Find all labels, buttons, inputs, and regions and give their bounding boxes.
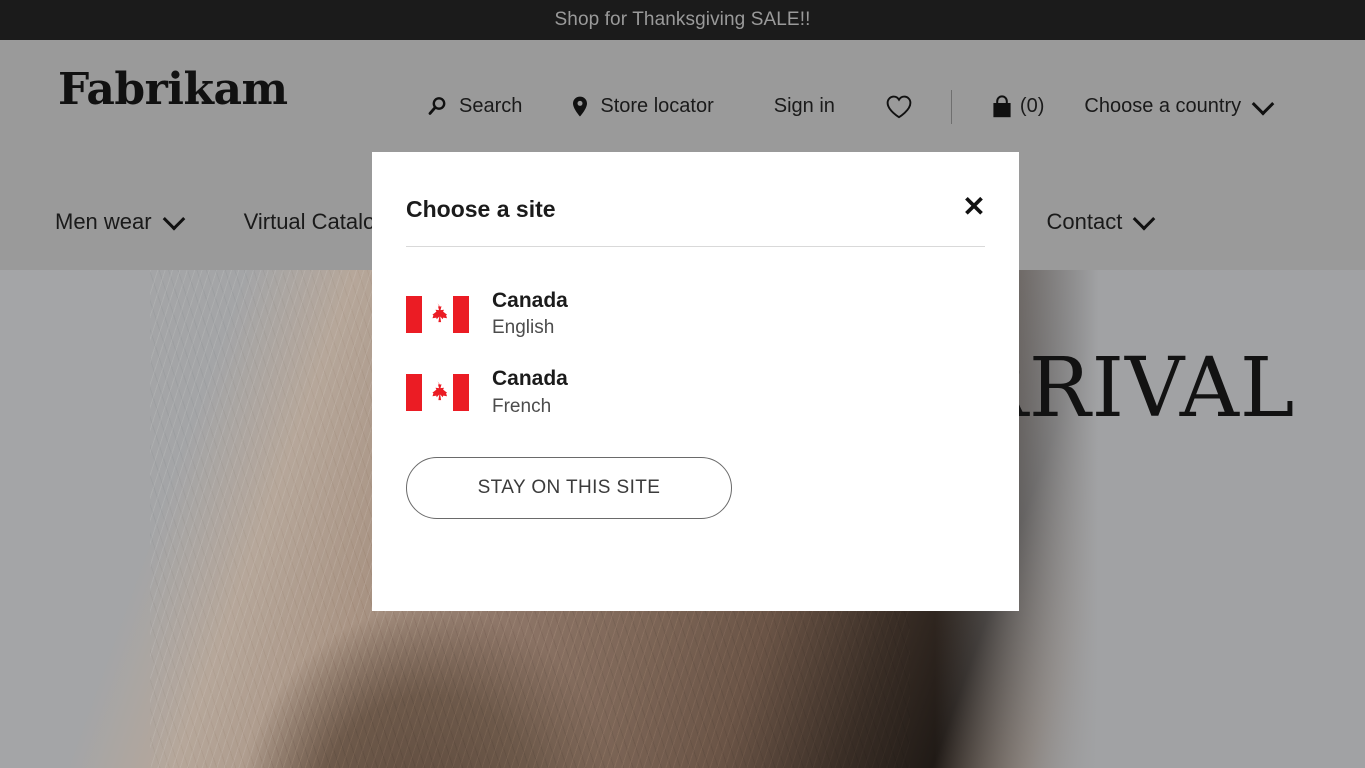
shopping-bag-button[interactable]: (0) xyxy=(990,94,1044,120)
store-locator-label: Store locator xyxy=(600,95,714,117)
search-icon xyxy=(425,95,449,119)
nav-item-label: Men wear xyxy=(55,208,152,234)
site-logo[interactable]: Fabrikam xyxy=(58,68,288,112)
promo-banner-text: Shop for Thanksgiving SALE!! xyxy=(554,9,811,30)
chevron-down-icon xyxy=(1251,92,1275,115)
heart-icon xyxy=(885,94,913,120)
shopping-bag-icon xyxy=(990,94,1014,120)
site-option-text: Canada French xyxy=(492,366,568,418)
site-list: Canada English Canada French xyxy=(372,288,1019,419)
modal-title: Choose a site xyxy=(406,196,556,222)
modal-header: Choose a site ✕ xyxy=(372,152,1019,223)
choose-country-label: Choose a country xyxy=(1084,95,1242,117)
nav-item-men-wear[interactable]: Men wear xyxy=(55,207,185,235)
chevron-down-icon xyxy=(162,207,185,230)
site-option-text: Canada English xyxy=(492,288,568,340)
nav-item-contact[interactable]: Contact xyxy=(1046,207,1156,235)
map-pin-icon xyxy=(570,95,590,119)
nav-item-label: Virtual Catalog xyxy=(243,208,388,234)
modal-divider xyxy=(406,246,985,247)
site-country-label: Canada xyxy=(492,289,568,312)
choose-country-dropdown[interactable]: Choose a country xyxy=(1084,92,1275,118)
site-option-canada-french[interactable]: Canada French xyxy=(406,366,985,418)
page-root: Shop for Thanksgiving SALE!! Fabrikam Se… xyxy=(0,0,1365,768)
chevron-down-icon xyxy=(1133,207,1156,230)
nav-item-label: Contact xyxy=(1046,208,1123,234)
header-divider xyxy=(950,89,952,124)
search-label: Search xyxy=(459,95,523,117)
site-language-label: French xyxy=(492,395,552,417)
canada-flag-icon xyxy=(406,374,469,412)
site-language-label: English xyxy=(492,317,555,339)
search-button[interactable]: Search xyxy=(425,95,522,119)
site-option-canada-english[interactable]: Canada English xyxy=(406,288,985,340)
store-locator-button[interactable]: Store locator xyxy=(570,95,714,119)
shopping-bag-count: (0) xyxy=(1019,95,1045,117)
close-icon[interactable]: ✕ xyxy=(959,192,989,222)
wishlist-button[interactable] xyxy=(885,94,913,120)
stay-on-this-site-button[interactable]: STAY ON THIS SITE xyxy=(406,456,732,519)
canada-flag-icon xyxy=(406,295,469,333)
choose-site-modal: Choose a site ✕ Canada English Canada Fr… xyxy=(372,152,1019,611)
sign-in-link[interactable]: Sign in xyxy=(774,95,835,118)
promo-banner: Shop for Thanksgiving SALE!! xyxy=(0,0,1365,40)
site-country-label: Canada xyxy=(492,367,568,391)
sign-in-label: Sign in xyxy=(773,95,835,117)
